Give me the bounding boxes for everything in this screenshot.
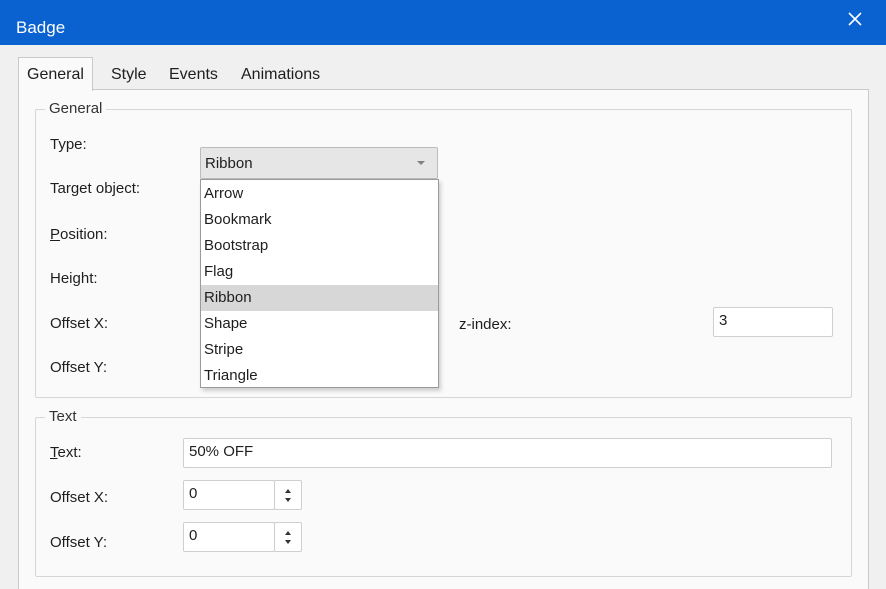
spin-down-icon	[285, 498, 291, 502]
title-bar: Badge	[0, 0, 886, 45]
text-input[interactable]: 50% OFF	[183, 438, 832, 468]
tab-style[interactable]: Style	[103, 60, 155, 89]
type-option-bookmark[interactable]: Bookmark	[201, 207, 438, 233]
type-option-ribbon[interactable]: Ribbon	[201, 285, 438, 311]
type-option-arrow[interactable]: Arrow	[201, 181, 438, 207]
zindex-label: z-index:	[459, 316, 512, 333]
text-group: Text Text: 50% OFF Offset X: 0 Offset Y:…	[35, 408, 852, 577]
position-label: Position:	[50, 226, 108, 244]
type-option-flag[interactable]: Flag	[201, 259, 438, 285]
position-label-accesskey: P	[50, 226, 61, 243]
window-title: Badge	[16, 18, 66, 37]
text-offset-x-spinner[interactable]	[274, 480, 302, 510]
type-option-shape[interactable]: Shape	[201, 311, 438, 337]
spin-up-icon	[285, 489, 291, 493]
zindex-input[interactable]: 3	[713, 307, 833, 337]
text-offset-x-label: Offset X:	[50, 489, 109, 506]
spin-down-icon	[285, 540, 291, 544]
type-option-stripe[interactable]: Stripe	[201, 337, 438, 363]
target-object-label: Target object:	[50, 180, 141, 197]
text-label-rest: ext:	[57, 444, 82, 461]
position-label-rest: osition:	[60, 226, 108, 243]
dialog-body: General Style Events Animations General …	[0, 45, 886, 589]
text-offset-y-label: Offset Y:	[50, 534, 107, 551]
tab-general[interactable]: General	[18, 57, 93, 91]
text-offset-x-input[interactable]: 0	[183, 480, 275, 510]
height-label: Height:	[50, 270, 98, 287]
type-select-value: Ribbon	[205, 155, 253, 172]
type-select[interactable]: Ribbon	[200, 147, 438, 179]
type-option-triangle[interactable]: Triangle	[201, 363, 438, 389]
general-group-title: General	[45, 100, 107, 118]
close-icon	[848, 12, 862, 26]
chevron-down-icon	[417, 161, 425, 165]
spin-up-icon	[285, 531, 291, 535]
text-group-title: Text	[45, 408, 81, 426]
type-dropdown-list: Arrow Bookmark Bootstrap Flag Ribbon Sha…	[200, 179, 439, 388]
general-tab-panel: General Type: Ribbon Target object: Posi…	[18, 89, 869, 589]
text-offset-y-input[interactable]: 0	[183, 522, 275, 552]
text-offset-y-spinner[interactable]	[274, 522, 302, 552]
type-label: Type:	[50, 136, 87, 153]
text-label: Text:	[50, 444, 82, 462]
text-label-accesskey: T	[50, 444, 58, 461]
offset-y-label: Offset Y:	[50, 359, 107, 376]
offset-x-label: Offset X:	[50, 315, 109, 332]
tab-events[interactable]: Events	[161, 60, 226, 89]
general-group: General Type: Ribbon Target object: Posi…	[35, 100, 852, 398]
type-option-bootstrap[interactable]: Bootstrap	[201, 233, 438, 259]
tab-animations[interactable]: Animations	[233, 60, 328, 89]
close-button[interactable]	[844, 8, 866, 30]
